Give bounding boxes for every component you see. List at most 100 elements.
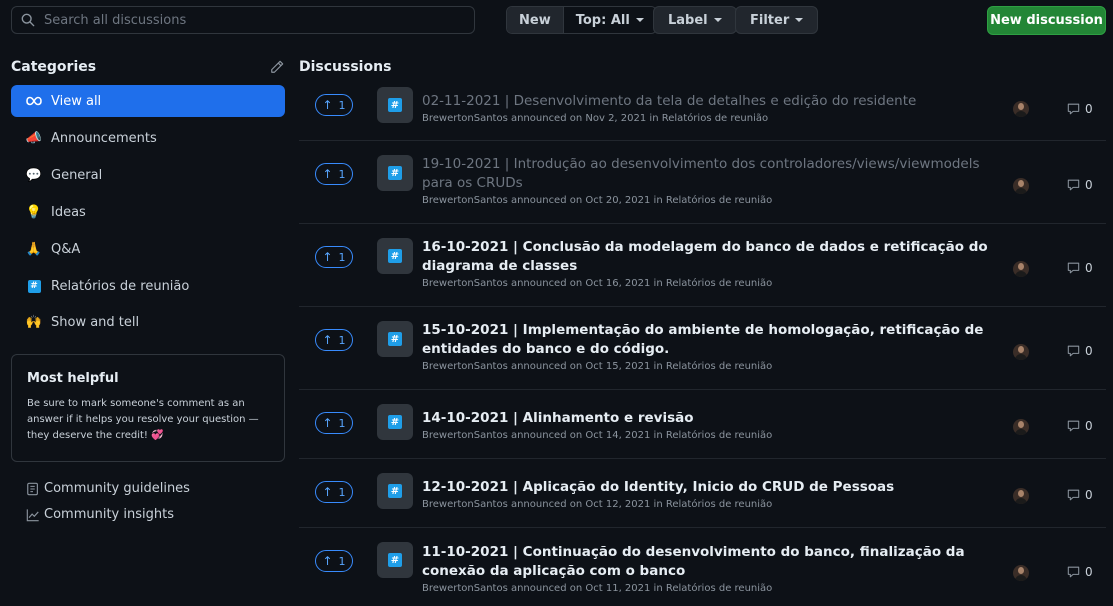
discussion-row[interactable]: ↑ 1 # 16-10-2021 | Conclusão da modelagem… [299,224,1106,307]
vote-count: 1 [338,250,346,264]
comment-count[interactable]: 0 [1067,178,1093,192]
upvote-button[interactable]: ↑ 1 [315,550,353,572]
comment-icon [1067,179,1080,191]
category-icon: # [377,238,413,274]
hash-icon: # [388,415,402,429]
search-icon [21,13,35,27]
category-icon: # [377,321,413,357]
sort-top-button[interactable]: Top: All [562,7,656,33]
community-guidelines-link[interactable]: Community guidelines [26,481,190,496]
comment-count[interactable]: 0 [1067,565,1093,579]
category-label: General [51,167,103,183]
category-label: Announcements [51,130,157,146]
upvote-button[interactable]: ↑ 1 [315,481,353,503]
discussion-title[interactable]: 16-10-2021 | Conclusão da modelagem do b… [422,238,992,276]
comment-icon [1067,103,1080,115]
pencil-icon[interactable] [270,60,284,74]
category-icon: # [377,87,413,123]
comment-count-value: 0 [1085,565,1093,579]
vote-count: 1 [338,416,346,430]
avatar[interactable] [1013,101,1029,117]
comment-count[interactable]: 0 [1067,344,1093,358]
discussion-title[interactable]: 14-10-2021 | Alinhamento e revisão [422,409,992,428]
comment-count-value: 0 [1085,344,1093,358]
category-view-all[interactable]: View all [11,85,285,117]
discussion-row[interactable]: ↑ 1 # 19-10-2021 | Introdução ao desenvol… [299,141,1106,224]
comment-count-value: 0 [1085,261,1093,275]
discussion-title[interactable]: 11-10-2021 | Continuação do desenvolvime… [422,543,992,581]
search-input[interactable] [42,11,474,29]
most-helpful-box: Most helpful Be sure to mark someone's c… [11,354,285,462]
filter-dropdown-button[interactable]: Filter [735,6,819,34]
new-discussion-button[interactable]: New discussion [987,6,1106,35]
infinity-icon [25,92,43,110]
discussion-row[interactable]: ↑ 1 # 15-10-2021 | Implementação do ambie… [299,307,1106,390]
discussion-title[interactable]: 12-10-2021 | Aplicação do Identity, Inic… [422,478,992,497]
avatar[interactable] [1013,419,1029,435]
discussion-meta: BrewertonSantos announced on Oct 11, 202… [422,583,773,594]
category-label: View all [51,93,102,109]
vote-count: 1 [338,333,346,347]
comment-icon [1067,262,1080,274]
chevron-down-icon [635,18,644,22]
discussion-row[interactable]: ↑ 1 # 12-10-2021 | Aplicação do Identity,… [299,459,1106,528]
arrow-up-icon: ↑ [322,416,333,430]
guidelines-icon [27,482,38,495]
discussion-title[interactable]: 19-10-2021 | Introdução ao desenvolvimen… [422,155,992,193]
arrow-up-icon: ↑ [322,250,333,264]
search-box[interactable] [11,6,475,34]
upvote-button[interactable]: ↑ 1 [315,163,353,185]
discussion-row[interactable]: ↑ 1 # 14-10-2021 | Alinhamento e revisão … [299,390,1106,459]
most-helpful-text: Be sure to mark someone's comment as an … [27,398,259,441]
upvote-button[interactable]: ↑ 1 [315,94,353,116]
comment-icon [1067,345,1080,357]
label-dropdown-button[interactable]: Label [653,6,737,34]
category-relatorios[interactable]: # Relatórios de reunião [11,270,285,302]
discussion-row[interactable]: ↑ 1 # 11-10-2021 | Continuação do desenvo… [299,528,1106,606]
sort-toggle: New Top: All [506,6,657,34]
avatar[interactable] [1013,178,1029,194]
comment-icon [1067,420,1080,432]
label-button-label: Label [668,12,708,28]
upvote-button[interactable]: ↑ 1 [315,412,353,434]
category-general[interactable]: 💬 General [11,159,285,191]
category-show-and-tell[interactable]: 🙌 Show and tell [11,306,285,338]
comment-count[interactable]: 0 [1067,102,1093,116]
comment-count[interactable]: 0 [1067,488,1093,502]
discussion-meta: BrewertonSantos announced on Oct 15, 202… [422,361,773,372]
discussion-meta: BrewertonSantos announced on Nov 2, 2021… [422,113,769,124]
hash-icon: # [388,98,402,112]
avatar[interactable] [1013,344,1029,360]
discussion-meta: BrewertonSantos announced on Oct 14, 202… [422,430,773,441]
community-insights-label: Community insights [44,507,174,522]
filter-button-label: Filter [750,12,790,28]
comment-icon [1067,489,1080,501]
discussion-meta: BrewertonSantos announced on Oct 20, 202… [422,195,773,206]
category-announcements[interactable]: 📣 Announcements [11,122,285,154]
community-insights-link[interactable]: Community insights [26,507,174,522]
category-label: Ideas [51,204,86,220]
comment-count[interactable]: 0 [1067,419,1093,433]
vote-count: 1 [338,98,346,112]
comment-count-value: 0 [1085,419,1093,433]
avatar[interactable] [1013,261,1029,277]
sort-new-button[interactable]: New [507,7,563,33]
discussion-title[interactable]: 02-11-2021 | Desenvolvimento da tela de … [422,92,992,111]
avatar[interactable] [1013,565,1029,581]
community-guidelines-label: Community guidelines [44,481,190,496]
arrow-up-icon: ↑ [322,167,333,181]
discussion-meta: BrewertonSantos announced on Oct 16, 202… [422,278,773,289]
category-label: Q&A [51,241,81,257]
category-qa[interactable]: 🙏 Q&A [11,233,285,265]
category-ideas[interactable]: 💡 Ideas [11,196,285,228]
comment-count[interactable]: 0 [1067,261,1093,275]
hash-icon: # [388,249,402,263]
category-icon: # [377,155,413,191]
avatar[interactable] [1013,488,1029,504]
upvote-button[interactable]: ↑ 1 [315,246,353,268]
speech-balloon-icon: 💬 [25,167,43,183]
discussion-row[interactable]: ↑ 1 # 02-11-2021 | Desenvolvimento da tel… [299,76,1106,141]
discussion-title[interactable]: 15-10-2021 | Implementação do ambiente d… [422,321,992,359]
upvote-button[interactable]: ↑ 1 [315,329,353,351]
categories-heading: Categories [11,59,97,75]
